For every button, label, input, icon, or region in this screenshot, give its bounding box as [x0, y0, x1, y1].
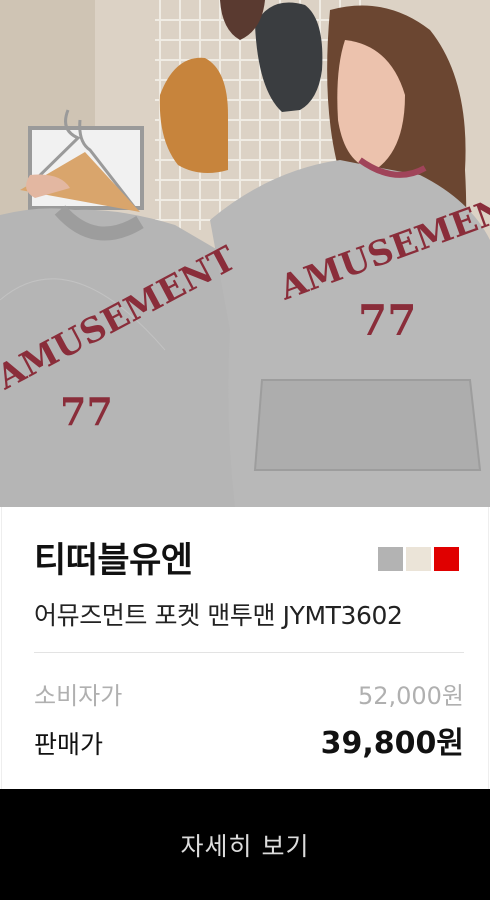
msrp-value: 52,000원: [357, 682, 464, 710]
print-number-left: 77: [60, 389, 113, 434]
sale-price-value: 39,800원: [320, 726, 464, 761]
print-number-right: 77: [358, 296, 416, 345]
brand-name: 티떠블유엔: [34, 541, 193, 581]
product-photo[interactable]: AMUSEMENT 77 AMUSEMENT 77: [0, 0, 490, 507]
product-name: 어뮤즈먼트 포켓 맨투맨 JYMT3602: [34, 601, 403, 630]
divider: [34, 652, 464, 653]
sale-price-row: 판매가 39,800원: [34, 718, 464, 762]
color-swatches: [378, 547, 459, 571]
color-swatch-gray[interactable]: [378, 547, 403, 571]
product-photo-illustration: AMUSEMENT 77 AMUSEMENT 77: [0, 0, 490, 507]
msrp-row: 소비자가 52,000원: [34, 676, 464, 711]
view-details-button[interactable]: 자세히 보기: [0, 789, 490, 900]
color-swatch-red[interactable]: [434, 547, 459, 571]
color-swatch-cream[interactable]: [406, 547, 431, 571]
msrp-label: 소비자가: [34, 682, 123, 710]
sale-price-label: 판매가: [34, 730, 104, 759]
